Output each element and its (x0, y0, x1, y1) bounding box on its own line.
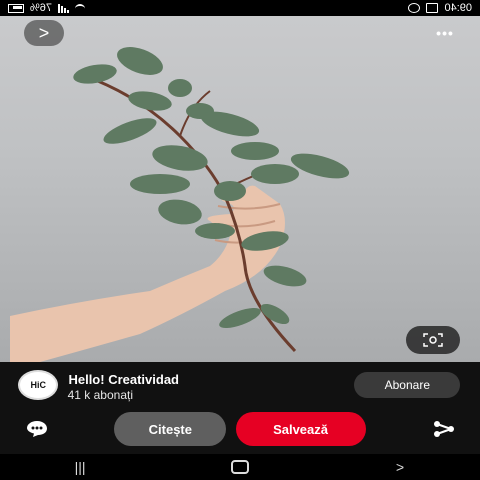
clock: 09:40 (444, 2, 472, 14)
chevron-left-icon: < (38, 22, 50, 43)
eucalyptus-photo (10, 47, 350, 362)
avatar-text: HiC (30, 380, 46, 390)
signal-icon (58, 3, 70, 13)
subscriber-count: 41 k abonați (68, 388, 134, 402)
visual-search-icon (423, 333, 443, 347)
back-nav-button[interactable]: < (380, 457, 420, 477)
pin-image[interactable] (0, 16, 480, 362)
app-screen: 09:40 76% ••• < HiC Hello! Creatividad 4… (0, 0, 480, 480)
save-label: Salvează (273, 421, 329, 437)
mirrored-ui: 09:40 76% ••• < HiC Hello! Creatividad 4… (0, 0, 480, 480)
wifi-icon (75, 3, 86, 13)
system-nav-bar: < ||| (0, 454, 480, 480)
read-button[interactable]: Citește (114, 412, 226, 446)
status-right: 76% (8, 2, 86, 14)
home-nav-icon (231, 460, 249, 474)
more-dots-icon: ••• (435, 25, 453, 41)
share-icon[interactable] (432, 420, 456, 438)
status-bar: 09:40 76% (0, 0, 480, 16)
back-nav-icon: < (395, 459, 405, 475)
follow-label: Abonare (384, 378, 430, 392)
comment-icon[interactable] (26, 420, 48, 438)
creator-name[interactable]: Hello! Creatividad (68, 372, 179, 387)
read-label: Citește (148, 421, 192, 437)
visual-search-button[interactable] (406, 326, 460, 354)
save-button[interactable]: Salvează (236, 412, 366, 446)
back-button[interactable]: < (24, 20, 64, 46)
recents-nav-button[interactable]: ||| (60, 457, 100, 477)
creator-avatar[interactable]: HiC (18, 370, 58, 400)
notification-icon (426, 3, 439, 13)
home-nav-button[interactable] (220, 457, 260, 477)
status-left: 09:40 (408, 2, 472, 14)
battery-icon (8, 3, 24, 13)
alarm-icon (408, 3, 421, 13)
recents-nav-icon: ||| (74, 459, 86, 475)
follow-button[interactable]: Abonare (354, 372, 460, 398)
battery-percent: 76% (30, 2, 53, 14)
more-options-button[interactable]: ••• (424, 20, 464, 46)
